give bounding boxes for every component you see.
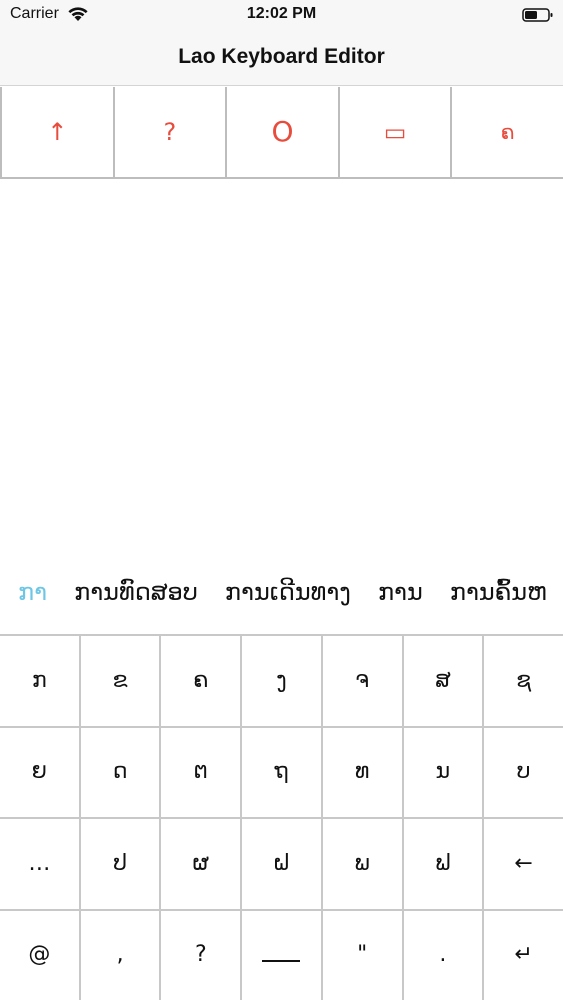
arrow-up-icon: ↑ — [47, 118, 68, 146]
lao-letter-button[interactable]: ຄ — [452, 87, 563, 177]
key-do[interactable]: ດ — [80, 727, 160, 817]
navigation-bar: Lao Keyboard Editor — [0, 30, 563, 86]
rounded-rect-icon: ▭ — [383, 118, 407, 146]
key-fo-sung[interactable]: ຟ — [403, 819, 483, 909]
key-po[interactable]: ປ — [80, 819, 160, 909]
key-bo[interactable]: ບ — [484, 727, 563, 817]
space-key[interactable] — [242, 910, 321, 1000]
editor-toolbar: ↑ ? O ▭ ຄ — [0, 87, 563, 179]
backspace-icon: ← — [514, 850, 533, 876]
space-bar-icon — [262, 948, 301, 963]
backspace-key[interactable]: ← — [484, 819, 563, 909]
circle-button[interactable]: O — [227, 87, 340, 177]
key-ko[interactable]: ກ — [0, 636, 79, 726]
key-more-ellipsis[interactable]: … — [0, 819, 79, 909]
circle-icon: O — [271, 115, 294, 148]
key-question[interactable]: ? — [161, 910, 241, 1000]
key-so-tam[interactable]: ຊ — [484, 636, 563, 726]
key-period[interactable]: . — [403, 910, 483, 1000]
key-ngo[interactable]: ງ — [242, 636, 321, 726]
return-key[interactable]: ↵ — [484, 910, 563, 1000]
return-icon: ↵ — [514, 942, 533, 968]
key-fo-tam[interactable]: ຝ — [242, 819, 321, 909]
status-time: 12:02 PM — [246, 5, 317, 22]
lao-letter-icon: ຄ — [500, 120, 515, 144]
suggestion-bar: ກາ ການທົດສອບ ການເດີນທາງ ການ ການຄົ້ນຫ — [0, 566, 563, 618]
key-comma[interactable]: , — [80, 910, 160, 1000]
key-pho-sung[interactable]: ຜ — [161, 819, 241, 909]
lao-keyboard: ກ ຂ ຄ ງ ຈ ສ ຊ ຍ ດ ຕ ຖ ທ ນ ບ … ປ ຜ ຝ ພ ຟ … — [0, 634, 563, 1000]
key-kho-tam[interactable]: ຄ — [161, 636, 241, 726]
key-tho-tam[interactable]: ທ — [322, 727, 402, 817]
rounded-rect-button[interactable]: ▭ — [339, 87, 453, 177]
suggestion-item[interactable]: ການ — [378, 566, 423, 618]
key-so-sung[interactable]: ສ — [403, 636, 483, 726]
key-no[interactable]: ນ — [403, 727, 483, 817]
suggestion-item[interactable]: ການເດີນທາງ — [225, 566, 351, 618]
page-title: Lao Keyboard Editor — [178, 45, 385, 68]
suggestion-item[interactable]: ການຄົ້ນຫ — [450, 566, 547, 618]
key-pho-tam[interactable]: ພ — [322, 819, 402, 909]
suggestion-item[interactable]: ການທົດສອບ — [74, 566, 198, 618]
battery-icon — [522, 8, 553, 22]
key-co[interactable]: ຈ — [322, 636, 402, 726]
arrow-up-button[interactable]: ↑ — [0, 87, 115, 177]
key-at[interactable]: @ — [0, 910, 79, 1000]
text-editor[interactable] — [0, 181, 563, 561]
key-to[interactable]: ຕ — [161, 727, 241, 817]
status-bar: Carrier 12:02 PM — [0, 0, 563, 30]
key-kho-sung[interactable]: ຂ — [80, 636, 160, 726]
key-quote[interactable]: " — [322, 910, 402, 1000]
question-button[interactable]: ? — [114, 87, 228, 177]
key-tho-sung[interactable]: ຖ — [242, 727, 321, 817]
key-nyo[interactable]: ຍ — [0, 727, 79, 817]
question-icon: ? — [163, 118, 177, 146]
suggestion-item[interactable]: ກາ — [18, 566, 47, 618]
